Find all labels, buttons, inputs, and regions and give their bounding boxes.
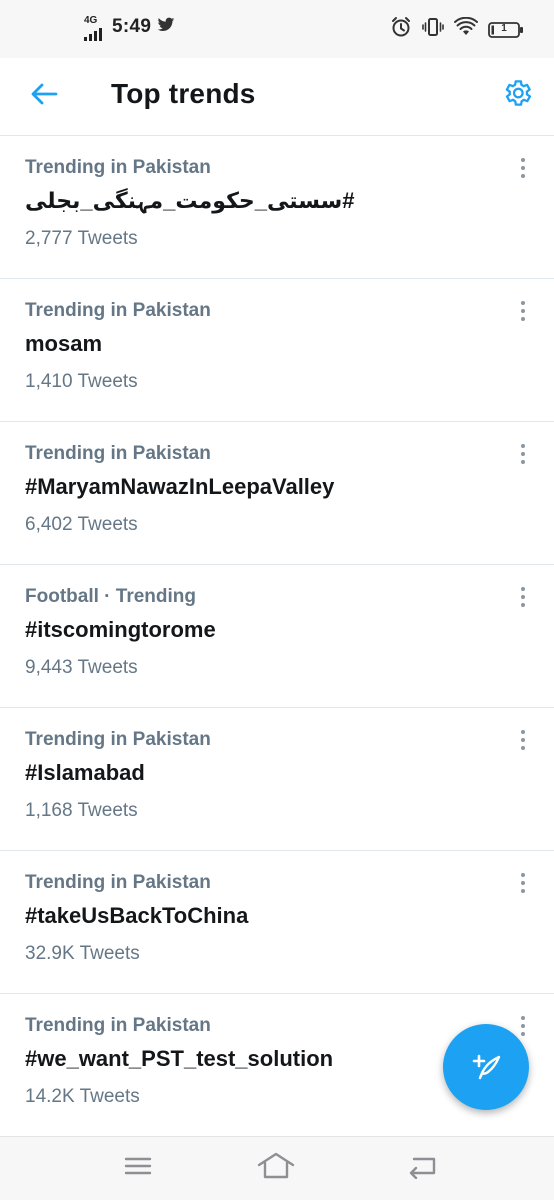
battery-level: 1	[501, 22, 507, 34]
status-right: 1	[390, 16, 524, 43]
more-vertical-icon	[521, 730, 525, 750]
trend-item[interactable]: Trending in Pakistan #takeUsBackToChina …	[0, 851, 554, 994]
status-bar: 4G 5:49 1	[0, 0, 554, 58]
more-options-button[interactable]	[507, 585, 539, 609]
trend-tweet-count: 9,443 Tweets	[25, 657, 138, 678]
network-indicator: 4G	[84, 14, 106, 41]
trends-list: Trending in Pakistan #سستی_حکومت_مہنگی_ب…	[0, 136, 554, 1137]
system-nav-bar	[0, 1136, 554, 1200]
menu-icon	[123, 1154, 153, 1183]
more-vertical-icon	[521, 444, 525, 464]
more-vertical-icon	[521, 158, 525, 178]
trend-name: mosam	[25, 331, 103, 356]
back-button[interactable]	[22, 76, 66, 116]
battery-icon: 1	[488, 21, 524, 39]
trend-context: Trending in Pakistan	[25, 443, 211, 464]
more-vertical-icon	[521, 587, 525, 607]
status-time: 5:49	[112, 16, 152, 37]
nav-back-button[interactable]	[404, 1153, 440, 1183]
settings-button[interactable]	[496, 74, 538, 116]
trend-item[interactable]: Football · Trending #itscomingtorome 9,4…	[0, 565, 554, 708]
trend-item[interactable]: Trending in Pakistan #MaryamNawazInLeepa…	[0, 422, 554, 565]
trend-name: #itscomingtorome	[25, 617, 216, 642]
trend-item[interactable]: Trending in Pakistan #سستی_حکومت_مہنگی_ب…	[0, 136, 554, 279]
trend-name: #سستی_حکومت_مہنگی_بجلی	[25, 188, 355, 213]
more-vertical-icon	[521, 1016, 525, 1036]
trend-name: #Islamabad	[25, 760, 145, 785]
more-vertical-icon	[521, 873, 525, 893]
nav-menu-button[interactable]	[120, 1153, 156, 1183]
trend-name: #takeUsBackToChina	[25, 903, 249, 928]
signal-icon	[84, 28, 102, 41]
trend-tweet-count: 1,168 Tweets	[25, 800, 138, 821]
more-options-button[interactable]	[507, 156, 539, 180]
gear-icon	[501, 77, 533, 114]
wifi-icon	[454, 16, 478, 42]
network-type: 4G	[84, 15, 98, 26]
trend-tweet-count: 2,777 Tweets	[25, 228, 138, 249]
compose-tweet-icon	[466, 1045, 506, 1090]
vibrate-icon	[422, 16, 444, 43]
trend-tweet-count: 1,410 Tweets	[25, 371, 138, 392]
more-options-button[interactable]	[507, 299, 539, 323]
home-icon	[256, 1151, 296, 1186]
back-icon	[406, 1153, 438, 1184]
page-title: Top trends	[111, 78, 256, 109]
trend-context: Trending in Pakistan	[25, 300, 211, 321]
trend-context: Trending in Pakistan	[25, 157, 211, 178]
trend-context: Football · Trending	[25, 586, 196, 607]
more-options-button[interactable]	[507, 728, 539, 752]
twitter-bird-icon	[157, 17, 175, 38]
trend-name: #we_want_PST_test_solution	[25, 1046, 334, 1071]
compose-tweet-button[interactable]	[443, 1024, 529, 1110]
trend-item[interactable]: Trending in Pakistan #Islamabad 1,168 Tw…	[0, 708, 554, 851]
trend-tweet-count: 32.9K Tweets	[25, 943, 140, 964]
trend-context: Trending in Pakistan	[25, 1015, 211, 1036]
more-vertical-icon	[521, 301, 525, 321]
trend-item[interactable]: Trending in Pakistan mosam 1,410 Tweets	[0, 279, 554, 422]
more-options-button[interactable]	[507, 871, 539, 895]
alarm-icon	[390, 16, 412, 43]
trend-name: #MaryamNawazInLeepaValley	[25, 474, 335, 499]
nav-home-button[interactable]	[256, 1151, 296, 1186]
app-header: Top trends	[0, 58, 554, 136]
arrow-left-icon	[30, 82, 58, 111]
trend-context: Trending in Pakistan	[25, 872, 211, 893]
status-left: 4G 5:49	[84, 14, 175, 41]
trend-tweet-count: 6,402 Tweets	[25, 514, 138, 535]
trend-tweet-count: 14.2K Tweets	[25, 1086, 140, 1107]
more-options-button[interactable]	[507, 442, 539, 466]
trend-context: Trending in Pakistan	[25, 729, 211, 750]
